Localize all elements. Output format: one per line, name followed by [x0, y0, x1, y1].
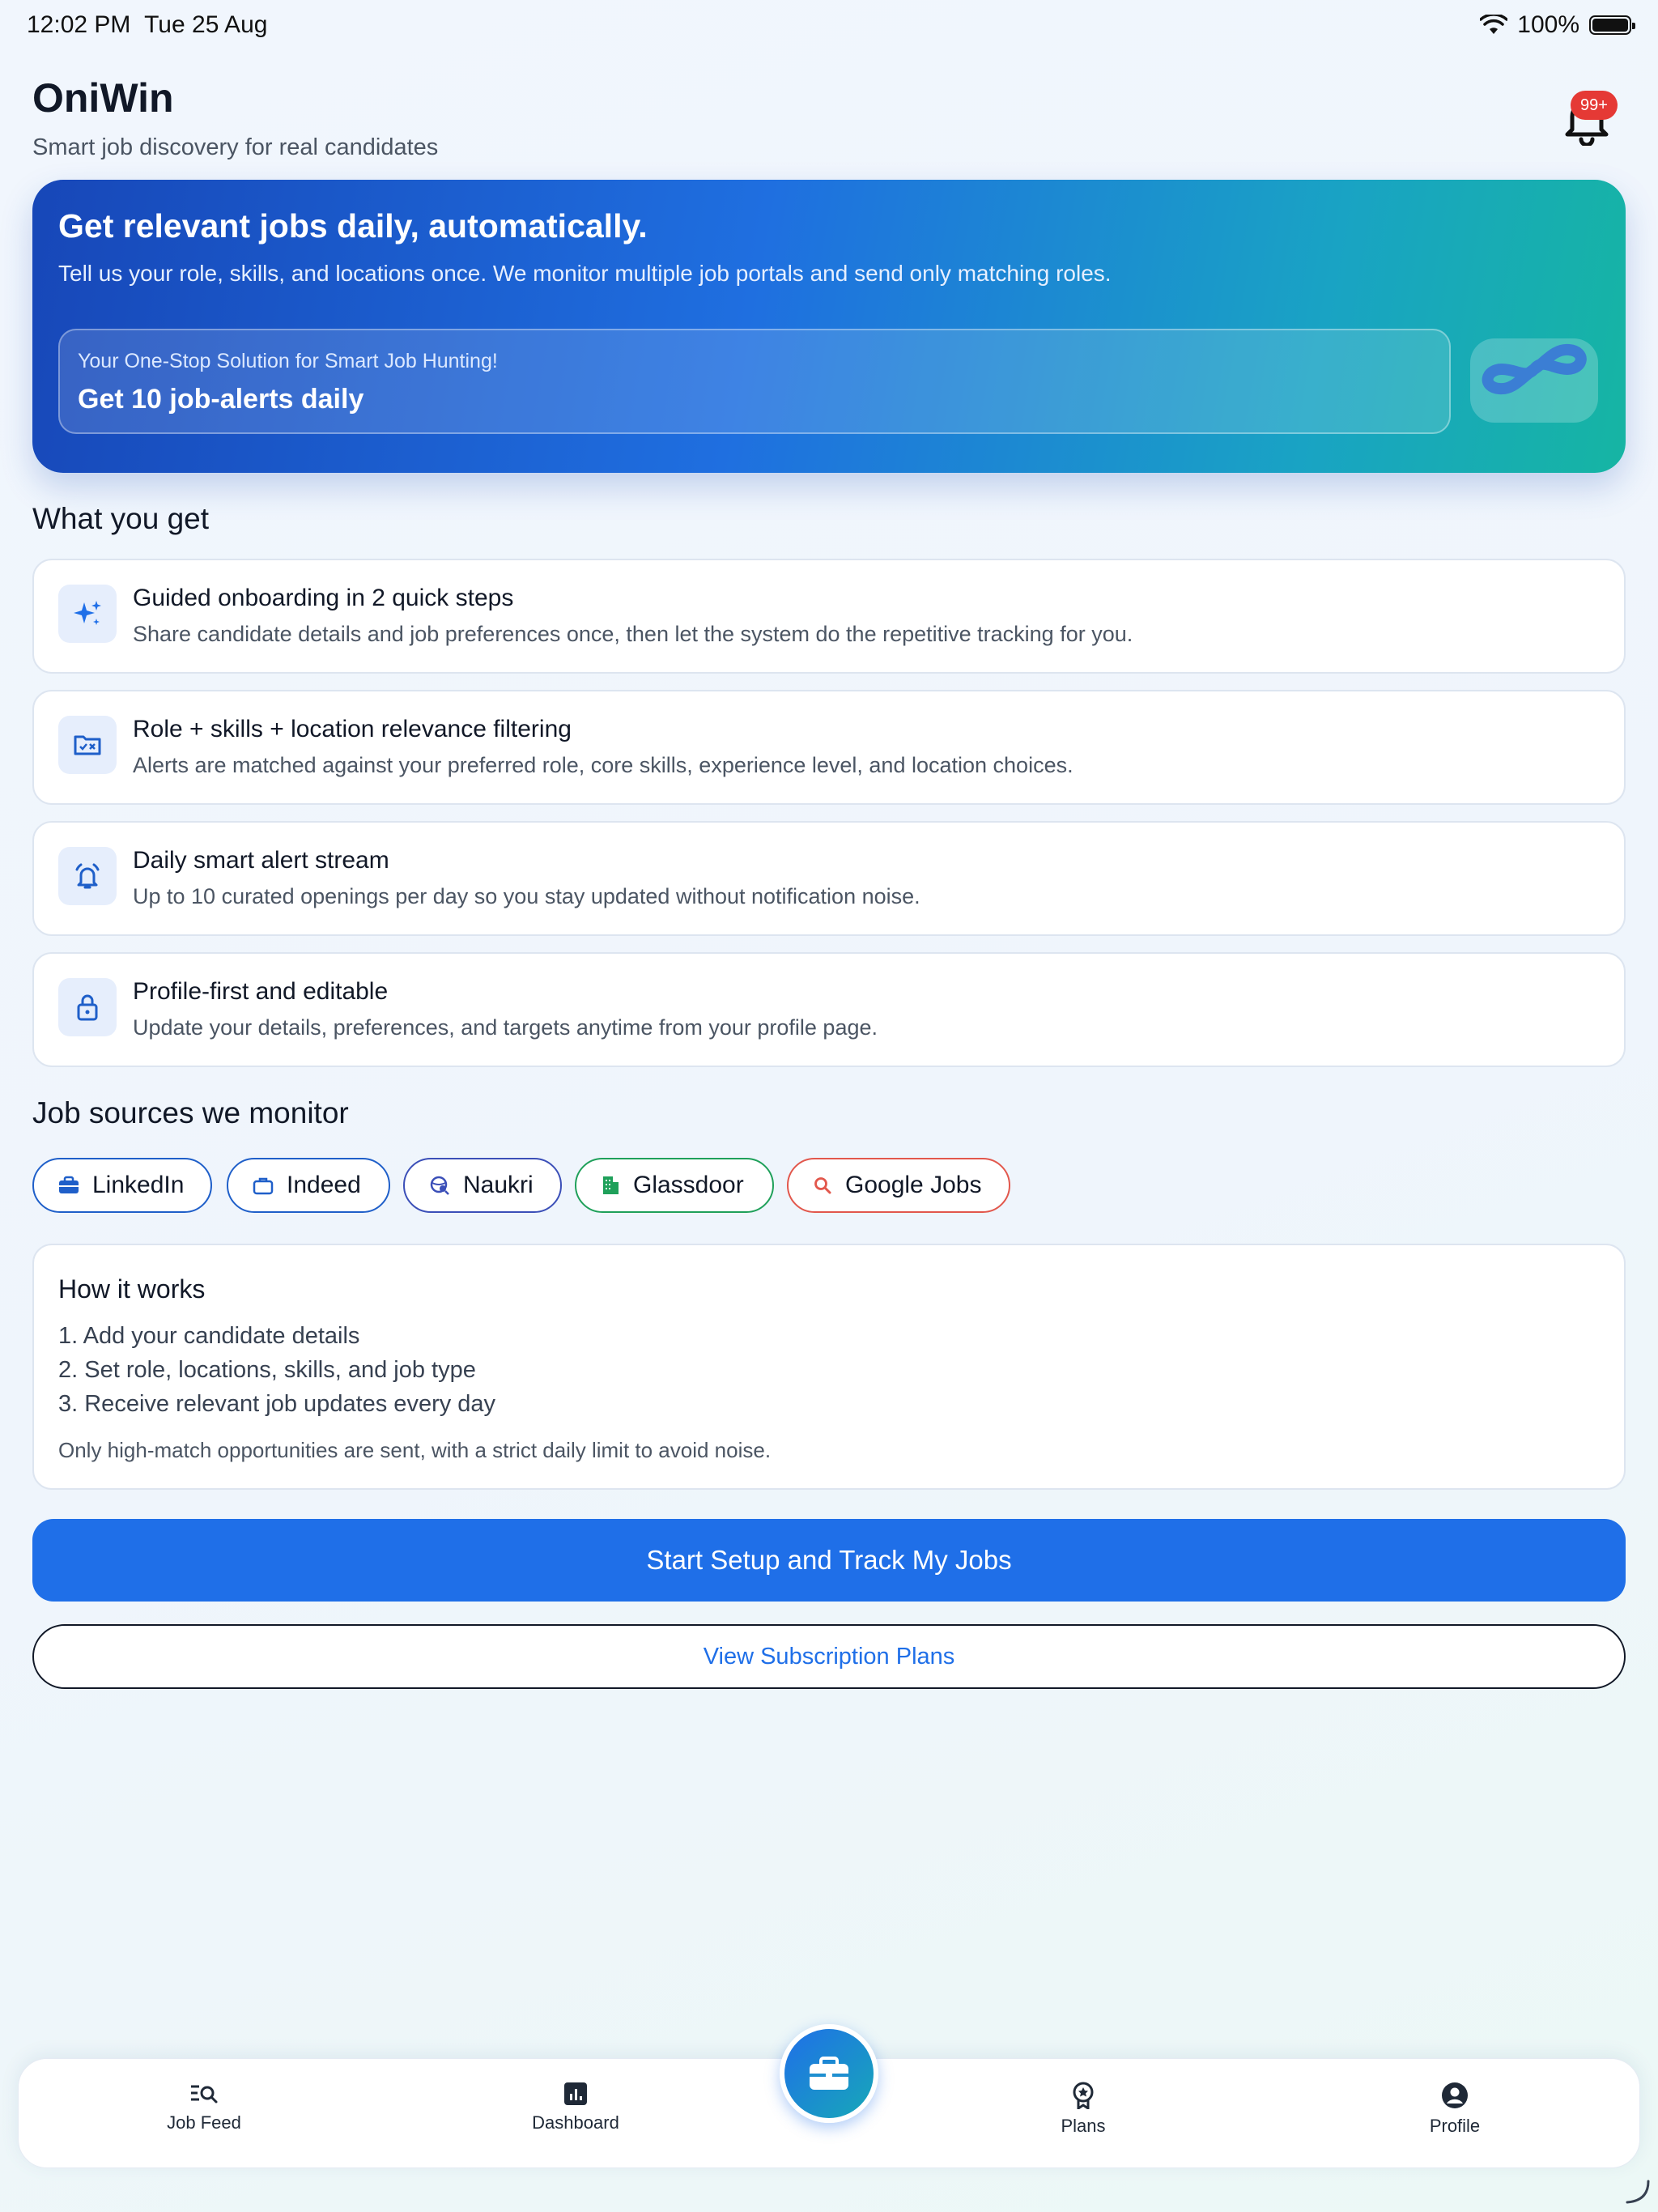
how-step: 1. Add your candidate details: [58, 1323, 360, 1349]
app-subtitle: Smart job discovery for real candidates: [32, 134, 439, 160]
hero-promo-headline: Get 10 job-alerts daily: [78, 384, 364, 415]
infinity-icon: [1470, 338, 1598, 423]
globe-search-icon: [430, 1176, 449, 1195]
nav-label: Plans: [1061, 2116, 1106, 2136]
chip-google-jobs[interactable]: Google Jobs: [787, 1158, 1010, 1213]
chip-label: Indeed: [287, 1172, 361, 1198]
how-it-works-card: How it works 1. Add your candidate detai…: [32, 1244, 1626, 1490]
chip-label: LinkedIn: [92, 1172, 185, 1198]
how-it-works-note: Only high-match opportunities are sent, …: [58, 1438, 772, 1462]
nav-dashboard[interactable]: Dashboard: [495, 2082, 657, 2133]
chip-indeed[interactable]: Indeed: [227, 1158, 390, 1213]
status-date-text: Tue 25 Aug: [144, 11, 268, 38]
feature-card-profile: Profile-first and editable Update your d…: [32, 952, 1626, 1067]
app-title: OniWin: [32, 75, 174, 121]
start-setup-button[interactable]: Start Setup and Track My Jobs: [32, 1519, 1626, 1602]
feature-card-filtering: Role + skills + location relevance filte…: [32, 690, 1626, 805]
feature-desc: Update your details, preferences, and ta…: [133, 1015, 878, 1040]
center-fab[interactable]: [780, 2024, 878, 2123]
feature-desc: Share candidate details and job preferen…: [133, 622, 1133, 646]
wifi-icon: [1480, 15, 1508, 34]
battery-icon: [1589, 15, 1635, 35]
notification-badge[interactable]: 99+: [1571, 91, 1618, 120]
job-sources-heading: Job sources we monitor: [32, 1096, 349, 1129]
feature-title: Guided onboarding in 2 quick steps: [133, 585, 514, 611]
status-time-text: 12:02 PM: [27, 11, 131, 38]
briefcase-icon: [59, 1176, 79, 1193]
nav-job-feed[interactable]: Job Feed: [123, 2082, 285, 2133]
job-feed-icon: [191, 2085, 218, 2104]
chip-label: Google Jobs: [845, 1172, 982, 1198]
search-icon: [814, 1177, 831, 1194]
view-plans-button[interactable]: View Subscription Plans: [32, 1624, 1626, 1689]
how-step: 2. Set role, locations, skills, and job …: [58, 1357, 476, 1383]
feature-title: Profile-first and editable: [133, 978, 389, 1005]
hero-promo-box[interactable]: Your One-Stop Solution for Smart Job Hun…: [58, 329, 1451, 434]
chip-naukri[interactable]: Naukri: [403, 1158, 562, 1213]
profile-icon: [1442, 2082, 1468, 2108]
chip-label: Glassdoor: [633, 1172, 744, 1198]
building-icon: [603, 1176, 619, 1194]
sparkles-icon: [58, 585, 117, 643]
status-bar: 12:02 PM Tue 25 Aug 100%: [0, 0, 1658, 52]
bag-icon: [253, 1177, 274, 1195]
nav-plans[interactable]: Plans: [1002, 2082, 1164, 2137]
feature-card-onboarding: Guided onboarding in 2 quick steps Share…: [32, 559, 1626, 674]
lock-icon: [58, 978, 117, 1036]
status-right: 100%: [1480, 11, 1635, 39]
feature-desc: Alerts are matched against your preferre…: [133, 753, 1073, 777]
briefcase-icon: [810, 2057, 848, 2090]
how-it-works-title: How it works: [58, 1274, 206, 1304]
dashboard-icon: [564, 2082, 587, 2105]
nav-label: Profile: [1429, 2116, 1481, 2136]
feature-title: Daily smart alert stream: [133, 847, 389, 874]
resize-handle-icon: [1626, 2180, 1650, 2204]
chip-label: Naukri: [463, 1172, 534, 1198]
nav-label: Dashboard: [532, 2112, 619, 2133]
award-icon: [1073, 2082, 1094, 2109]
nav-label: Job Feed: [167, 2112, 241, 2133]
hero-banner: Get relevant jobs daily, automatically. …: [32, 180, 1626, 473]
hero-promo-tagline: Your One-Stop Solution for Smart Job Hun…: [78, 350, 498, 372]
how-step: 3. Receive relevant job updates every da…: [58, 1391, 496, 1417]
hero-title: Get relevant jobs daily, automatically.: [58, 207, 648, 245]
hero-text: Tell us your role, skills, and locations…: [58, 261, 1112, 286]
chip-linkedin[interactable]: LinkedIn: [32, 1158, 212, 1213]
what-you-get-heading: What you get: [32, 502, 210, 535]
alarm-icon: [58, 847, 117, 905]
chip-glassdoor[interactable]: Glassdoor: [575, 1158, 774, 1213]
feature-card-alerts: Daily smart alert stream Up to 10 curate…: [32, 821, 1626, 936]
status-time: 12:02 PM Tue 25 Aug: [27, 11, 267, 39]
nav-profile[interactable]: Profile: [1374, 2082, 1536, 2137]
feature-desc: Up to 10 curated openings per day so you…: [133, 884, 920, 908]
filter-folder-icon: [58, 716, 117, 774]
feature-title: Role + skills + location relevance filte…: [133, 716, 572, 742]
battery-percent: 100%: [1517, 11, 1579, 38]
